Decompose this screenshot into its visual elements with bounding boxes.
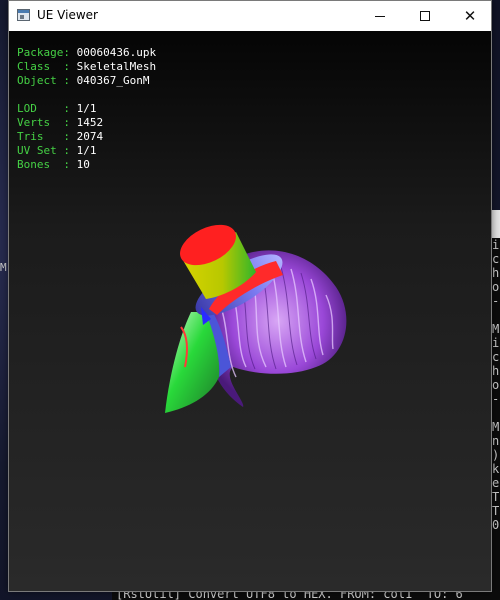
close-icon: ✕ [463, 6, 477, 25]
info-uvset: UV Set : 1/1 [17, 144, 97, 157]
info-package: Package: 00060436.upk [17, 46, 157, 59]
titlebar[interactable]: UE Viewer ✕ [9, 1, 491, 31]
mesh-info-overlay: Package: 00060436.upk Class : SkeletalMe… [17, 46, 156, 172]
3d-viewport[interactable]: Package: 00060436.upk Class : SkeletalMe… [9, 31, 491, 591]
background-text-fragment: M [0, 261, 7, 274]
info-lod: LOD : 1/1 [17, 102, 97, 115]
info-tris: Tris : 2074 [17, 130, 104, 143]
maximize-icon [420, 11, 430, 21]
app-window-icon [17, 9, 30, 21]
maximize-button[interactable] [402, 1, 448, 31]
minimize-icon [375, 15, 385, 17]
info-bones: Bones : 10 [17, 158, 90, 171]
info-object: Object : 040367_GonM [17, 74, 150, 87]
minimize-button[interactable] [357, 1, 403, 31]
info-verts: Verts : 1452 [17, 116, 104, 129]
window-title: UE Viewer [37, 8, 98, 22]
ue-viewer-window[interactable]: UE Viewer ✕ Package: 00060436.upk Class … [8, 0, 492, 592]
skeletal-mesh-model[interactable] [151, 217, 361, 417]
info-class: Class : SkeletalMesh [17, 60, 157, 73]
close-button[interactable]: ✕ [447, 1, 493, 31]
